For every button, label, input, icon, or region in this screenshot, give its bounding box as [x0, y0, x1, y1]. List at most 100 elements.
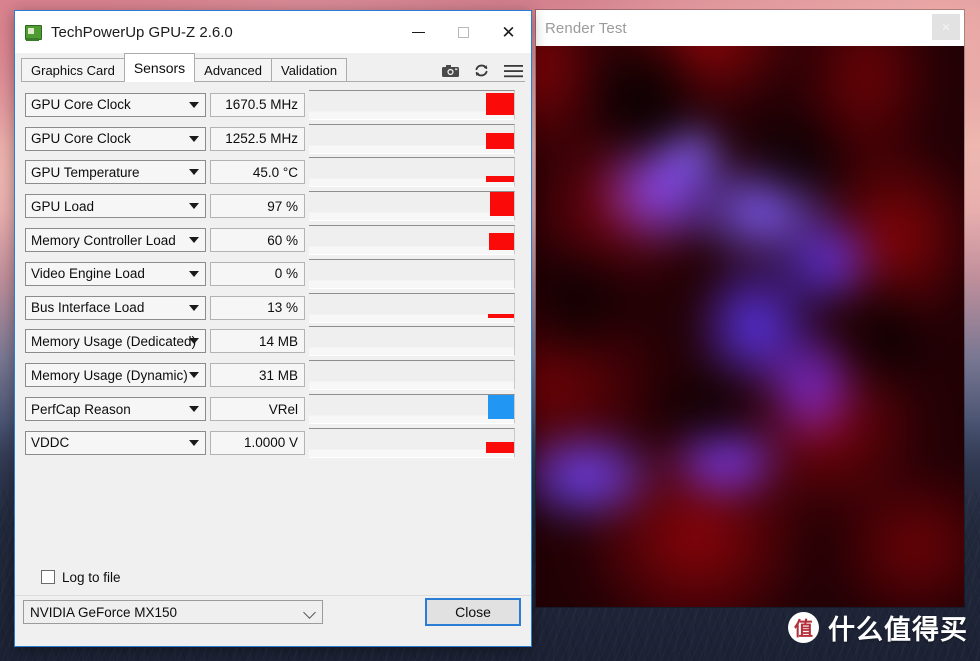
sensor-row: PerfCap Reason VRel — [21, 392, 525, 426]
close-icon: ✕ — [501, 22, 516, 42]
watermark-text: 什么值得买 — [828, 615, 968, 646]
close-button-label: Close — [455, 604, 491, 620]
gpu-selector-dropdown[interactable]: NVIDIA GeForce MX150 — [23, 600, 323, 624]
sensor-name-label: VDDC — [31, 435, 70, 451]
chevron-down-icon — [189, 169, 199, 176]
sensor-graph-bar — [486, 441, 514, 453]
close-dialog-button[interactable]: Close — [425, 598, 521, 626]
log-to-file-label: Log to file — [62, 569, 121, 585]
sensor-value: 14 MB — [210, 329, 305, 354]
plasma-shadow-layer — [536, 46, 964, 607]
sensor-row: GPU Core Clock 1670.5 MHz — [21, 88, 525, 122]
sensor-graph — [309, 191, 515, 222]
refresh-icon[interactable] — [474, 63, 489, 78]
sensor-graph-bar — [486, 176, 514, 183]
sensor-name-dropdown[interactable]: GPU Core Clock — [25, 126, 206, 151]
toolbar-icons — [442, 63, 523, 78]
sensor-name-label: GPU Core Clock — [31, 131, 131, 147]
sensor-row: Bus Interface Load 13 % — [21, 291, 525, 325]
sensor-value-label: 45.0 °C — [252, 164, 298, 180]
sensor-name-label: Video Engine Load — [31, 266, 145, 282]
sensor-name-label: Bus Interface Load — [31, 300, 145, 316]
sensor-value-label: 1.0000 V — [243, 435, 298, 451]
sensor-graph — [309, 394, 515, 425]
chevron-down-icon — [189, 304, 199, 311]
tab-advanced[interactable]: Advanced — [194, 58, 272, 81]
sensor-graph — [309, 427, 515, 458]
sensor-name-dropdown[interactable]: GPU Temperature — [25, 160, 206, 185]
sensor-name-dropdown[interactable]: Memory Usage (Dedicated) — [25, 329, 206, 354]
log-to-file-row[interactable]: Log to file — [15, 562, 531, 592]
sensor-value: 45.0 °C — [210, 160, 305, 185]
sensor-name-dropdown[interactable]: GPU Load — [25, 194, 206, 219]
sensor-graph-bar — [486, 132, 514, 149]
sensor-name-dropdown[interactable]: GPU Core Clock — [25, 92, 206, 117]
chevron-down-icon — [189, 135, 199, 142]
sensor-value-label: 97 % — [267, 198, 298, 214]
sensor-value-label: 13 % — [267, 300, 298, 316]
sensor-name-dropdown[interactable]: Memory Controller Load — [25, 228, 206, 253]
render-test-titlebar[interactable]: Render Test × — [536, 10, 964, 46]
sensor-name-dropdown[interactable]: Memory Usage (Dynamic) — [25, 363, 206, 388]
gpuz-titlebar[interactable]: TechPowerUp GPU-Z 2.6.0 ✕ — [15, 11, 531, 53]
sensor-name-dropdown[interactable]: Video Engine Load — [25, 261, 206, 286]
render-test-title: Render Test — [545, 19, 627, 37]
graphics-card-icon — [25, 24, 42, 41]
sensor-name-label: Memory Usage (Dedicated) — [31, 333, 197, 349]
sensor-value-label: 31 MB — [258, 367, 298, 383]
sensor-list: GPU Core Clock 1670.5 MHz GPU Core Clock 12… — [21, 88, 525, 577]
tab-sensors[interactable]: Sensors — [123, 53, 196, 82]
sensor-name-label: Memory Usage (Dynamic) — [31, 367, 188, 383]
sensor-row: GPU Load 97 % — [21, 189, 525, 223]
sensor-name-dropdown[interactable]: PerfCap Reason — [25, 397, 206, 422]
chevron-down-icon — [189, 270, 199, 277]
sensor-graph-bar — [486, 92, 514, 115]
tab-graphics-card[interactable]: Graphics Card — [21, 58, 125, 81]
gpuz-window-title: TechPowerUp GPU-Z 2.6.0 — [51, 23, 233, 41]
sensor-value: 97 % — [210, 194, 305, 219]
log-to-file-checkbox[interactable] — [41, 570, 55, 584]
sensor-row: Memory Usage (Dedicated) 14 MB — [21, 325, 525, 359]
maximize-button[interactable] — [441, 11, 486, 53]
render-test-window[interactable]: Render Test × — [536, 10, 964, 607]
gpuz-window[interactable]: TechPowerUp GPU-Z 2.6.0 ✕ Graphics Card … — [14, 10, 532, 647]
close-button[interactable]: ✕ — [486, 11, 531, 53]
tab-label: Validation — [281, 62, 338, 78]
tab-validation[interactable]: Validation — [271, 58, 348, 81]
sensor-name-label: GPU Temperature — [31, 164, 140, 180]
gpuz-footer: NVIDIA GeForce MX150 Close — [15, 595, 531, 646]
maximize-icon — [458, 26, 469, 38]
sensor-name-label: PerfCap Reason — [31, 401, 131, 417]
sensor-value: 1252.5 MHz — [210, 126, 305, 151]
sensor-graph — [309, 123, 515, 154]
sensor-name-label: GPU Load — [31, 198, 95, 214]
sensor-value-label: 60 % — [267, 232, 298, 248]
sensor-value: 13 % — [210, 295, 305, 320]
hamburger-menu-icon[interactable] — [504, 64, 523, 78]
camera-icon[interactable] — [442, 64, 459, 77]
window-controls: ✕ — [396, 11, 531, 53]
sensor-row: VDDC 1.0000 V — [21, 426, 525, 460]
sensor-graph — [309, 157, 515, 188]
screen: Render Test × 值 什么值得买 TechPowerUp GPU-Z … — [0, 0, 980, 661]
sensor-row: Memory Usage (Dynamic) 31 MB — [21, 358, 525, 392]
chevron-down-icon — [189, 439, 199, 446]
minimize-button[interactable] — [396, 11, 441, 53]
sensor-row: Memory Controller Load 60 % — [21, 223, 525, 257]
sensor-value: 1.0000 V — [210, 430, 305, 455]
watermark-badge-icon: 值 — [788, 612, 819, 643]
minimize-icon — [412, 31, 425, 33]
close-icon[interactable]: × — [932, 14, 960, 40]
chevron-down-icon — [189, 237, 199, 244]
sensor-name-dropdown[interactable]: VDDC — [25, 430, 206, 455]
sensor-name-dropdown[interactable]: Bus Interface Load — [25, 295, 206, 320]
chevron-down-icon — [189, 101, 199, 108]
sensor-value: 0 % — [210, 261, 305, 286]
chevron-down-icon — [189, 406, 199, 413]
sensor-value: 60 % — [210, 228, 305, 253]
sensor-value-label: 1252.5 MHz — [225, 131, 298, 147]
sensor-value-label: 0 % — [274, 266, 298, 282]
tab-label: Advanced — [204, 62, 262, 78]
sensor-name-label: GPU Core Clock — [31, 97, 131, 113]
sensor-graph — [309, 326, 515, 357]
